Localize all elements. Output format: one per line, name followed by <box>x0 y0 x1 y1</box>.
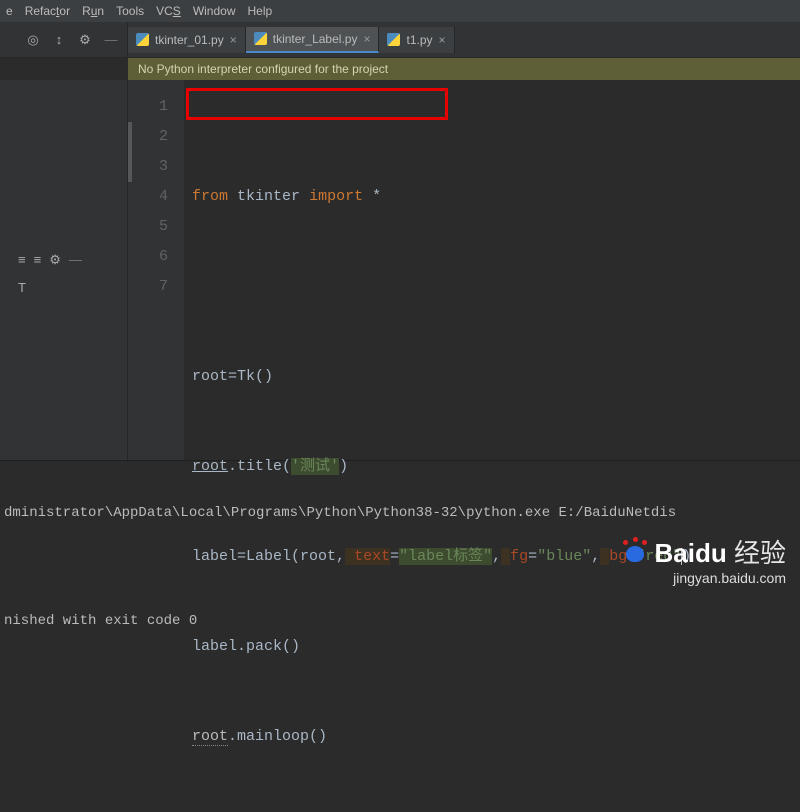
code-editor[interactable]: from tkinter import * root=Tk() root.tit… <box>184 80 800 460</box>
line-number: 7 <box>128 272 168 302</box>
python-icon <box>387 33 400 46</box>
code-line: root.title('测试') <box>192 452 792 482</box>
close-icon[interactable]: × <box>439 33 446 47</box>
code-line: from tkinter import * <box>192 182 792 212</box>
tab-tkinter-label[interactable]: tkinter_Label.py × <box>246 27 380 53</box>
menu-window[interactable]: Window <box>193 4 236 18</box>
menu-bar: e Refactor Run Tools VCS Window Help <box>0 0 800 22</box>
menu-help[interactable]: Help <box>248 4 273 18</box>
tab-label: t1.py <box>406 33 432 47</box>
collapse-icon[interactable]: — <box>103 32 119 48</box>
close-icon[interactable]: × <box>230 33 237 47</box>
menu-refactor[interactable]: Refactor <box>25 4 70 18</box>
menu-run[interactable]: Run <box>82 4 104 18</box>
tab-tkinter-01[interactable]: tkinter_01.py × <box>128 27 246 53</box>
left-gutter: ≡ ≡ ⚙ — T <box>0 80 128 460</box>
target-icon[interactable]: ◎ <box>25 32 41 48</box>
change-marker <box>128 122 132 182</box>
structure-tool-icons: ≡ ≡ ⚙ — <box>18 252 82 268</box>
line-number: 6 <box>128 242 168 272</box>
code-line: label.pack() <box>192 632 792 662</box>
menu-vcs[interactable]: VCS <box>156 4 181 18</box>
python-icon <box>136 33 149 46</box>
highlight-box <box>186 88 448 120</box>
menu-tools[interactable]: Tools <box>116 4 144 18</box>
gear-icon[interactable]: ⚙ <box>49 252 61 268</box>
line-number: 3 <box>128 152 168 182</box>
code-line: root=Tk() <box>192 362 792 392</box>
line-number: 5 <box>128 212 168 242</box>
text-tool-icon[interactable]: T <box>18 280 26 295</box>
indent-left-icon[interactable]: ≡ <box>18 252 26 268</box>
tab-label: tkinter_Label.py <box>273 32 358 46</box>
line-number-gutter: 1 2 3 4 5 6 7 <box>128 80 184 460</box>
expand-icon[interactable]: ↕ <box>51 32 67 48</box>
close-icon[interactable]: × <box>363 32 370 46</box>
line-number: 1 <box>128 92 168 122</box>
line-number: 2 <box>128 122 168 152</box>
gear-icon[interactable]: ⚙ <box>77 32 93 48</box>
interpreter-warning[interactable]: No Python interpreter configured for the… <box>128 58 800 80</box>
editor-tabs: tkinter_01.py × tkinter_Label.py × t1.py… <box>128 22 455 57</box>
code-line: root.mainloop() <box>192 722 792 752</box>
toolbar-row: ◎ ↕ ⚙ — tkinter_01.py × tkinter_Label.py… <box>0 22 800 58</box>
tab-t1[interactable]: t1.py × <box>379 27 454 53</box>
menu-truncated[interactable]: e <box>6 4 13 18</box>
collapse-icon[interactable]: — <box>69 252 82 268</box>
indent-right-icon[interactable]: ≡ <box>34 252 42 268</box>
project-toolbar: ◎ ↕ ⚙ — <box>0 22 128 57</box>
warning-text: No Python interpreter configured for the… <box>138 62 388 76</box>
code-line: label=Label(root, text="label标签", fg="bl… <box>192 542 792 572</box>
editor-area: ≡ ≡ ⚙ — T 1 2 3 4 5 6 7 from tkinter imp… <box>0 80 800 460</box>
code-line <box>192 272 792 302</box>
line-number: 4 <box>128 182 168 212</box>
python-icon <box>254 32 267 45</box>
tab-label: tkinter_01.py <box>155 33 224 47</box>
